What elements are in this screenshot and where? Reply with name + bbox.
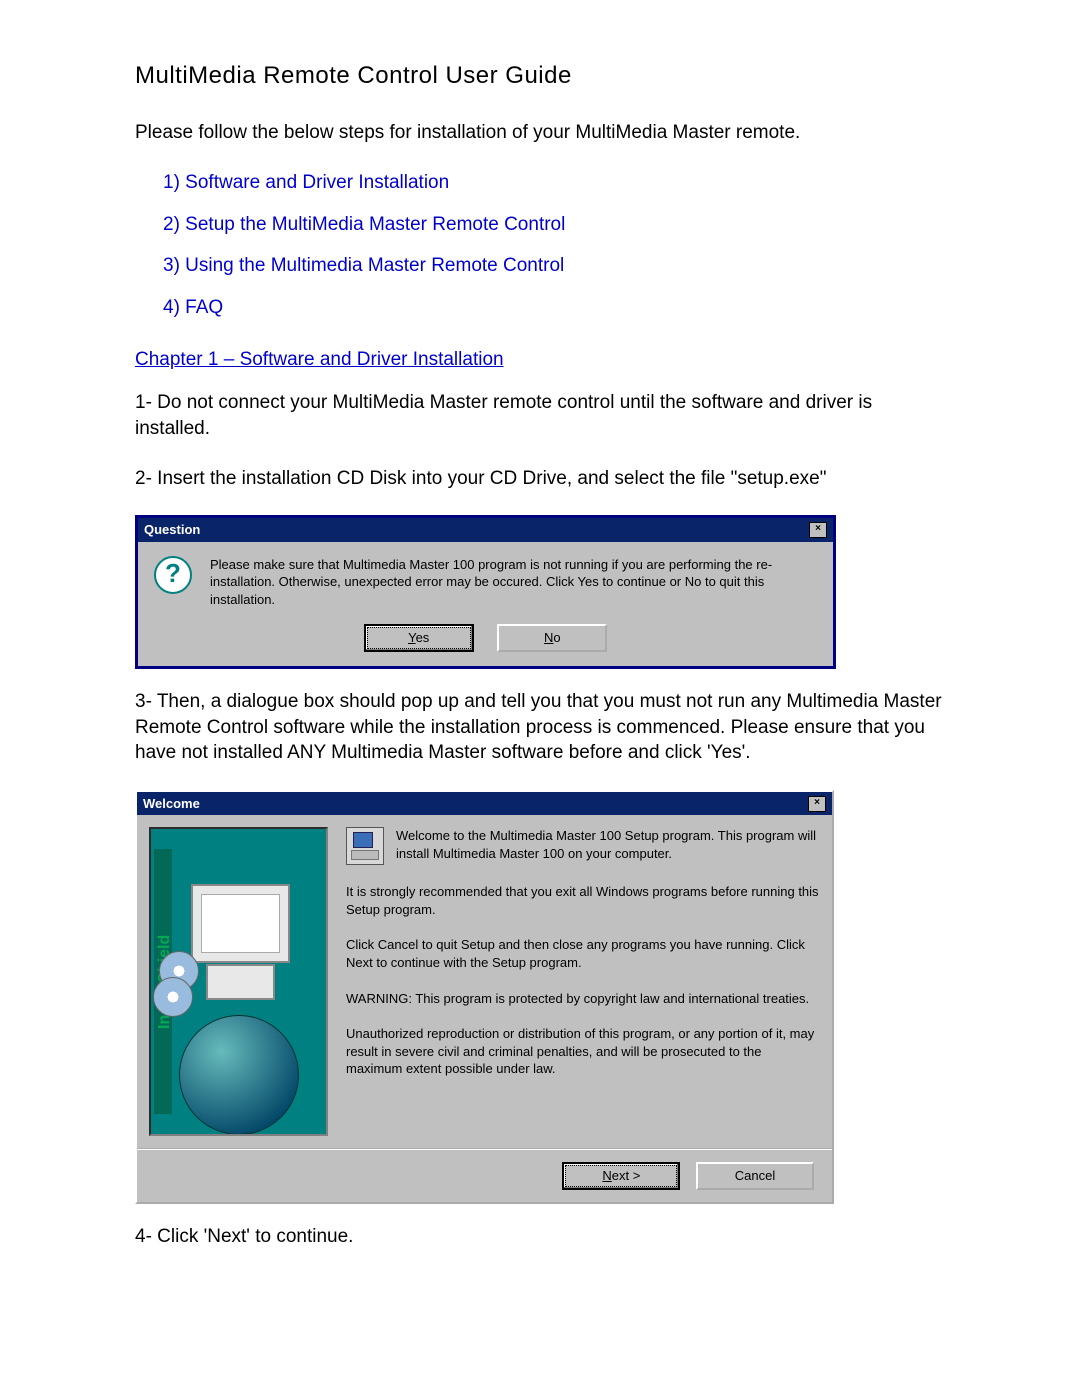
- cancel-button[interactable]: Cancel: [696, 1162, 814, 1190]
- welcome-dialog-titlebar: Welcome ×: [137, 792, 832, 816]
- installshield-graphic: InstallShield: [149, 827, 328, 1136]
- welcome-p3: Click Cancel to quit Setup and then clos…: [346, 936, 820, 971]
- close-icon[interactable]: ×: [809, 522, 827, 538]
- question-dialog-buttons: Yes No: [138, 618, 833, 666]
- welcome-p5: Unauthorized reproduction or distributio…: [346, 1025, 820, 1078]
- monitor-icon: [191, 884, 290, 963]
- computer-base-icon: [206, 964, 275, 1000]
- step-4-text: 4- Click 'Next' to continue.: [135, 1224, 945, 1250]
- yes-button[interactable]: Yes: [364, 624, 474, 652]
- welcome-dialog-body: InstallShield Welcome to the Multimedia …: [137, 815, 832, 1148]
- cd-icon: [153, 977, 193, 1017]
- toc-item-1[interactable]: 1) Software and Driver Installation: [163, 170, 945, 196]
- welcome-dialog-title: Welcome: [143, 795, 200, 813]
- step-1-text: 1- Do not connect your MultiMedia Master…: [135, 390, 945, 441]
- no-button[interactable]: No: [497, 624, 607, 652]
- question-dialog: Question × ? Please make sure that Multi…: [135, 515, 836, 669]
- document-page: MultiMedia Remote Control User Guide Ple…: [0, 0, 1080, 1397]
- table-of-contents: 1) Software and Driver Installation 2) S…: [163, 170, 945, 321]
- welcome-dialog-footer: Next > Cancel: [137, 1148, 832, 1202]
- step-3-text: 3- Then, a dialogue box should pop up an…: [135, 689, 945, 766]
- toc-item-4[interactable]: 4) FAQ: [163, 295, 945, 321]
- next-button[interactable]: Next >: [562, 1162, 680, 1190]
- page-title: MultiMedia Remote Control User Guide: [135, 60, 945, 92]
- welcome-dialog-text: Welcome to the Multimedia Master 100 Set…: [346, 827, 820, 1136]
- welcome-p2: It is strongly recommended that you exit…: [346, 883, 820, 918]
- welcome-p4: WARNING: This program is protected by co…: [346, 990, 820, 1008]
- question-mark-icon: ?: [154, 556, 192, 594]
- globe-icon: [179, 1015, 299, 1135]
- welcome-p1: Welcome to the Multimedia Master 100 Set…: [396, 827, 820, 865]
- question-dialog-message: Please make sure that Multimedia Master …: [210, 556, 817, 609]
- close-icon[interactable]: ×: [808, 796, 826, 812]
- question-dialog-body: ? Please make sure that Multimedia Maste…: [138, 542, 833, 619]
- question-dialog-title: Question: [144, 521, 200, 539]
- toc-item-2[interactable]: 2) Setup the MultiMedia Master Remote Co…: [163, 212, 945, 238]
- chapter-1-heading: Chapter 1 – Software and Driver Installa…: [135, 347, 945, 373]
- step-2-text: 2- Insert the installation CD Disk into …: [135, 466, 945, 492]
- setup-computer-icon: [346, 827, 384, 865]
- intro-paragraph: Please follow the below steps for instal…: [135, 120, 945, 146]
- toc-item-3[interactable]: 3) Using the Multimedia Master Remote Co…: [163, 253, 945, 279]
- welcome-dialog: Welcome × InstallShield Welcome to the M…: [135, 790, 834, 1204]
- question-dialog-titlebar: Question ×: [138, 518, 833, 542]
